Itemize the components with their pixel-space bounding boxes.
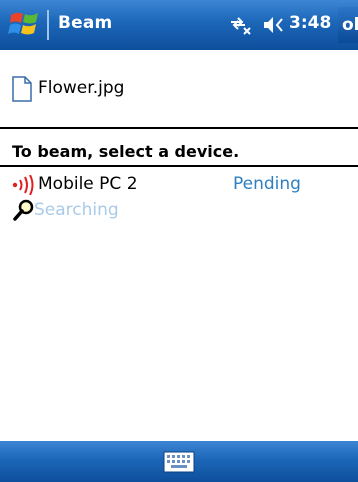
file-name: Flower.jpg xyxy=(38,78,125,98)
searching-label: Searching xyxy=(34,200,119,220)
divider-top xyxy=(0,127,358,129)
device-name: Mobile PC 2 xyxy=(38,174,138,194)
volume-icon[interactable] xyxy=(262,14,286,36)
title-separator xyxy=(47,10,49,40)
menu-bar xyxy=(0,441,358,482)
instruction-text: To beam, select a device. xyxy=(12,142,240,161)
keyboard-icon[interactable] xyxy=(163,451,195,473)
beam-signal-icon xyxy=(12,174,36,196)
file-icon xyxy=(12,76,32,102)
device-list-item[interactable]: Mobile PC 2 Pending xyxy=(12,172,352,198)
searching-item: Searching xyxy=(12,196,212,222)
app-title: Beam xyxy=(58,13,113,33)
title-bar: Beam 3:48 ok xyxy=(0,0,358,50)
ok-button[interactable]: ok xyxy=(338,7,358,43)
magnifier-icon xyxy=(12,198,36,222)
connectivity-icon[interactable] xyxy=(228,14,252,36)
windows-start-icon[interactable] xyxy=(8,9,42,41)
device-status: Pending xyxy=(233,174,301,194)
clock[interactable]: 3:48 xyxy=(289,13,331,33)
divider-list xyxy=(0,165,358,167)
